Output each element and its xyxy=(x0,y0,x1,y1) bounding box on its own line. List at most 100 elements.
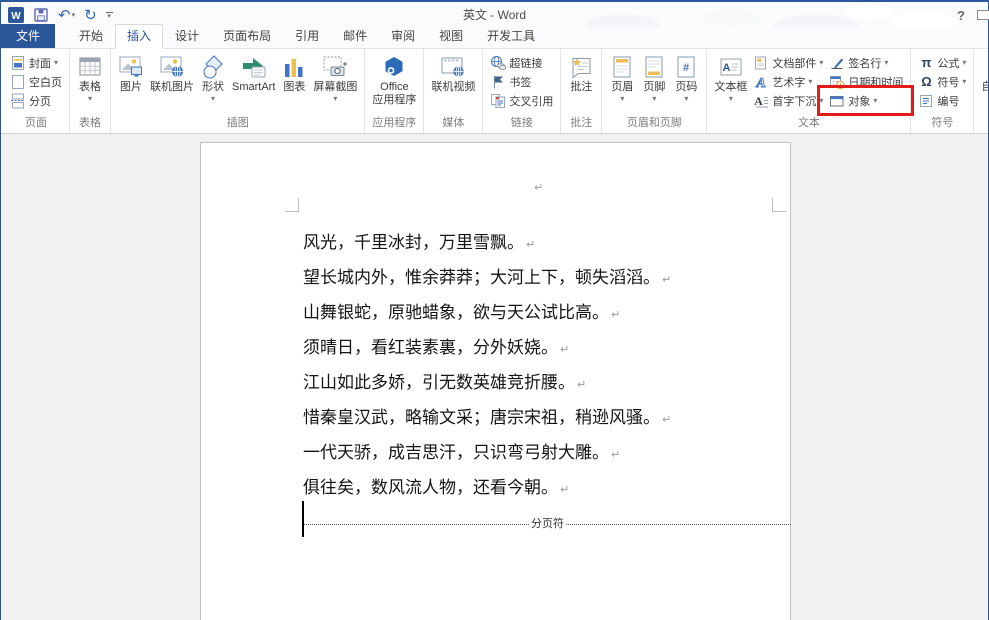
document-page[interactable]: ↵ 风光，千里冰封，万里雪飘。↵ 望长城内外，惟余莽莽；大河上下，顿失滔滔。↵ … xyxy=(200,142,791,620)
text-box-label: 文本框 xyxy=(714,81,747,94)
hyperlink-icon xyxy=(490,55,506,71)
header-label: 页眉 xyxy=(611,81,633,94)
undo-icon: ↶ xyxy=(58,8,71,23)
svg-text:W: W xyxy=(11,11,21,22)
cross-reference-icon xyxy=(490,93,506,109)
quick-parts-label: 文档部件 xyxy=(772,55,816,71)
signature-line-button[interactable]: 签名行 xyxy=(826,53,906,72)
save-icon xyxy=(33,7,49,23)
bookmark-label: 书签 xyxy=(509,74,531,90)
paragraph-mark: ↵ xyxy=(534,181,543,194)
title-bar: W ↶▾ ↻ ▾ 英文 - Word ? xyxy=(1,2,988,28)
save-button[interactable] xyxy=(33,7,49,23)
hyperlink-button[interactable]: 超链接 xyxy=(487,53,545,72)
group-label-header-footer: 页眉和页脚 xyxy=(606,113,702,133)
customize-qat-button[interactable]: ▾ xyxy=(106,12,113,19)
ribbon-insert: 封面 空白页 分页 页面 表格 xyxy=(1,48,988,134)
smartart-icon xyxy=(241,53,267,81)
dropdown-arrow-icon xyxy=(819,96,823,105)
office-apps-button[interactable]: Office 应用程序 xyxy=(369,50,419,107)
symbol-button[interactable]: Ω 符号 xyxy=(915,72,969,91)
paragraph-mark: ↵ xyxy=(560,484,569,496)
smartart-button[interactable]: SmartArt xyxy=(229,50,278,94)
shapes-button[interactable]: 形状 xyxy=(197,50,229,103)
group-label-links: 链接 xyxy=(487,113,556,133)
date-time-icon xyxy=(829,74,845,90)
blank-page-label: 空白页 xyxy=(29,74,62,90)
office-apps-label-line2: 应用程序 xyxy=(372,94,416,107)
picture-button[interactable]: 图片 xyxy=(115,50,147,94)
group-label-pages: 页面 xyxy=(7,113,65,133)
screenshot-button[interactable]: 屏幕截图 xyxy=(310,50,360,103)
bookmark-button[interactable]: 书签 xyxy=(487,72,534,91)
dropdown-arrow-icon xyxy=(333,94,337,103)
header-button[interactable]: 页眉 xyxy=(606,50,638,103)
blank-page-button[interactable]: 空白页 xyxy=(7,72,65,91)
page-number-label: 页码 xyxy=(675,81,697,94)
quick-access-toolbar: W ↶▾ ↻ ▾ xyxy=(1,7,113,23)
document-text: 风光，千里冰封，万里雪飘。↵ 望长城内外，惟余莽莽；大河上下，顿失滔滔。↵ 山舞… xyxy=(303,225,671,505)
dropdown-arrow-icon xyxy=(729,94,733,103)
paragraph-mark: ↵ xyxy=(526,239,535,251)
picture-label: 图片 xyxy=(120,81,142,94)
dropdown-arrow-icon xyxy=(819,58,823,67)
svg-text:A: A xyxy=(755,94,764,108)
object-icon xyxy=(829,93,845,109)
signature-line-icon xyxy=(829,55,845,71)
group-label-illustrations: 插图 xyxy=(115,113,360,133)
hyperlink-label: 超链接 xyxy=(509,55,542,71)
paragraph-mark: ↵ xyxy=(662,414,671,426)
equation-button[interactable]: π 公式 xyxy=(915,53,969,72)
footer-button[interactable]: 页脚 xyxy=(638,50,670,103)
quick-parts-button[interactable]: 文档部件 xyxy=(750,53,826,72)
online-video-button[interactable]: 联机视频 xyxy=(428,50,478,94)
chart-icon xyxy=(281,53,307,81)
table-label: 表格 xyxy=(79,81,101,94)
online-video-icon xyxy=(440,53,466,81)
redo-button[interactable]: ↻ xyxy=(84,8,97,23)
group-apps: Office 应用程序 应用程序 xyxy=(365,49,424,133)
comment-button[interactable]: 批注 xyxy=(565,50,597,94)
wordart-button[interactable]: A 艺术字 xyxy=(750,72,826,91)
word-window: W ↶▾ ↻ ▾ 英文 - Word ? 文件 开始 插入 设计 页面布局 引用… xyxy=(0,0,989,620)
number-button[interactable]: 编号 xyxy=(915,91,962,110)
screenshot-label: 屏幕截图 xyxy=(313,81,357,94)
ribbon-options-icon[interactable] xyxy=(977,10,989,20)
dropdown-arrow-icon xyxy=(962,77,966,86)
group-label-media: 媒体 xyxy=(428,113,478,133)
online-pictures-button[interactable]: 联机图片 xyxy=(147,50,197,94)
help-button[interactable]: ? xyxy=(957,8,965,23)
table-button[interactable]: 表格 xyxy=(74,50,106,103)
undo-button[interactable]: ↶▾ xyxy=(58,8,75,23)
auto-scroll-label: 自动滚动 xyxy=(981,81,988,94)
page-break-icon xyxy=(10,93,26,109)
online-pictures-icon xyxy=(159,53,185,81)
chart-button[interactable]: 图表 xyxy=(278,50,310,94)
object-button[interactable]: 对象 xyxy=(826,91,906,110)
page-number-button[interactable]: # 页码 xyxy=(670,50,702,103)
equation-label: 公式 xyxy=(937,55,959,71)
date-time-button[interactable]: 日期和时间 xyxy=(826,72,906,91)
ribbon-tab-row: 文件 开始 插入 设计 页面布局 引用 邮件 审阅 视图 开发工具 xyxy=(1,28,988,48)
online-pictures-label: 联机图片 xyxy=(150,81,194,94)
date-time-label: 日期和时间 xyxy=(848,74,903,90)
text-box-button[interactable]: A 文本框 xyxy=(711,50,750,103)
group-label-custom: 新建组 xyxy=(978,113,988,133)
cross-reference-button[interactable]: 交叉引用 xyxy=(487,91,556,110)
page-break-button[interactable]: 分页 xyxy=(7,91,54,110)
auto-scroll-button[interactable]: 自动滚动 xyxy=(978,50,988,94)
titlebar-right-controls: ? xyxy=(957,8,988,23)
dropdown-arrow-icon xyxy=(54,58,58,67)
dropdown-arrow-icon xyxy=(962,58,966,67)
dropdown-arrow-icon xyxy=(620,94,624,103)
chart-label: 图表 xyxy=(283,81,305,94)
group-comments: 批注 批注 xyxy=(561,49,602,133)
cover-page-button[interactable]: 封面 xyxy=(7,53,61,72)
text-line: 风光，千里冰封，万里雪飘。↵ xyxy=(303,225,671,260)
number-label: 编号 xyxy=(937,93,959,109)
text-line: 一代天骄，成吉思汗，只识弯弓射大雕。↵ xyxy=(303,435,671,470)
group-media: 联机视频 媒体 xyxy=(424,49,483,133)
blank-page-icon xyxy=(10,74,26,90)
drop-cap-button[interactable]: A 首字下沉 xyxy=(750,91,826,110)
group-symbols: π 公式 Ω 符号 编号 符号 xyxy=(911,49,974,133)
